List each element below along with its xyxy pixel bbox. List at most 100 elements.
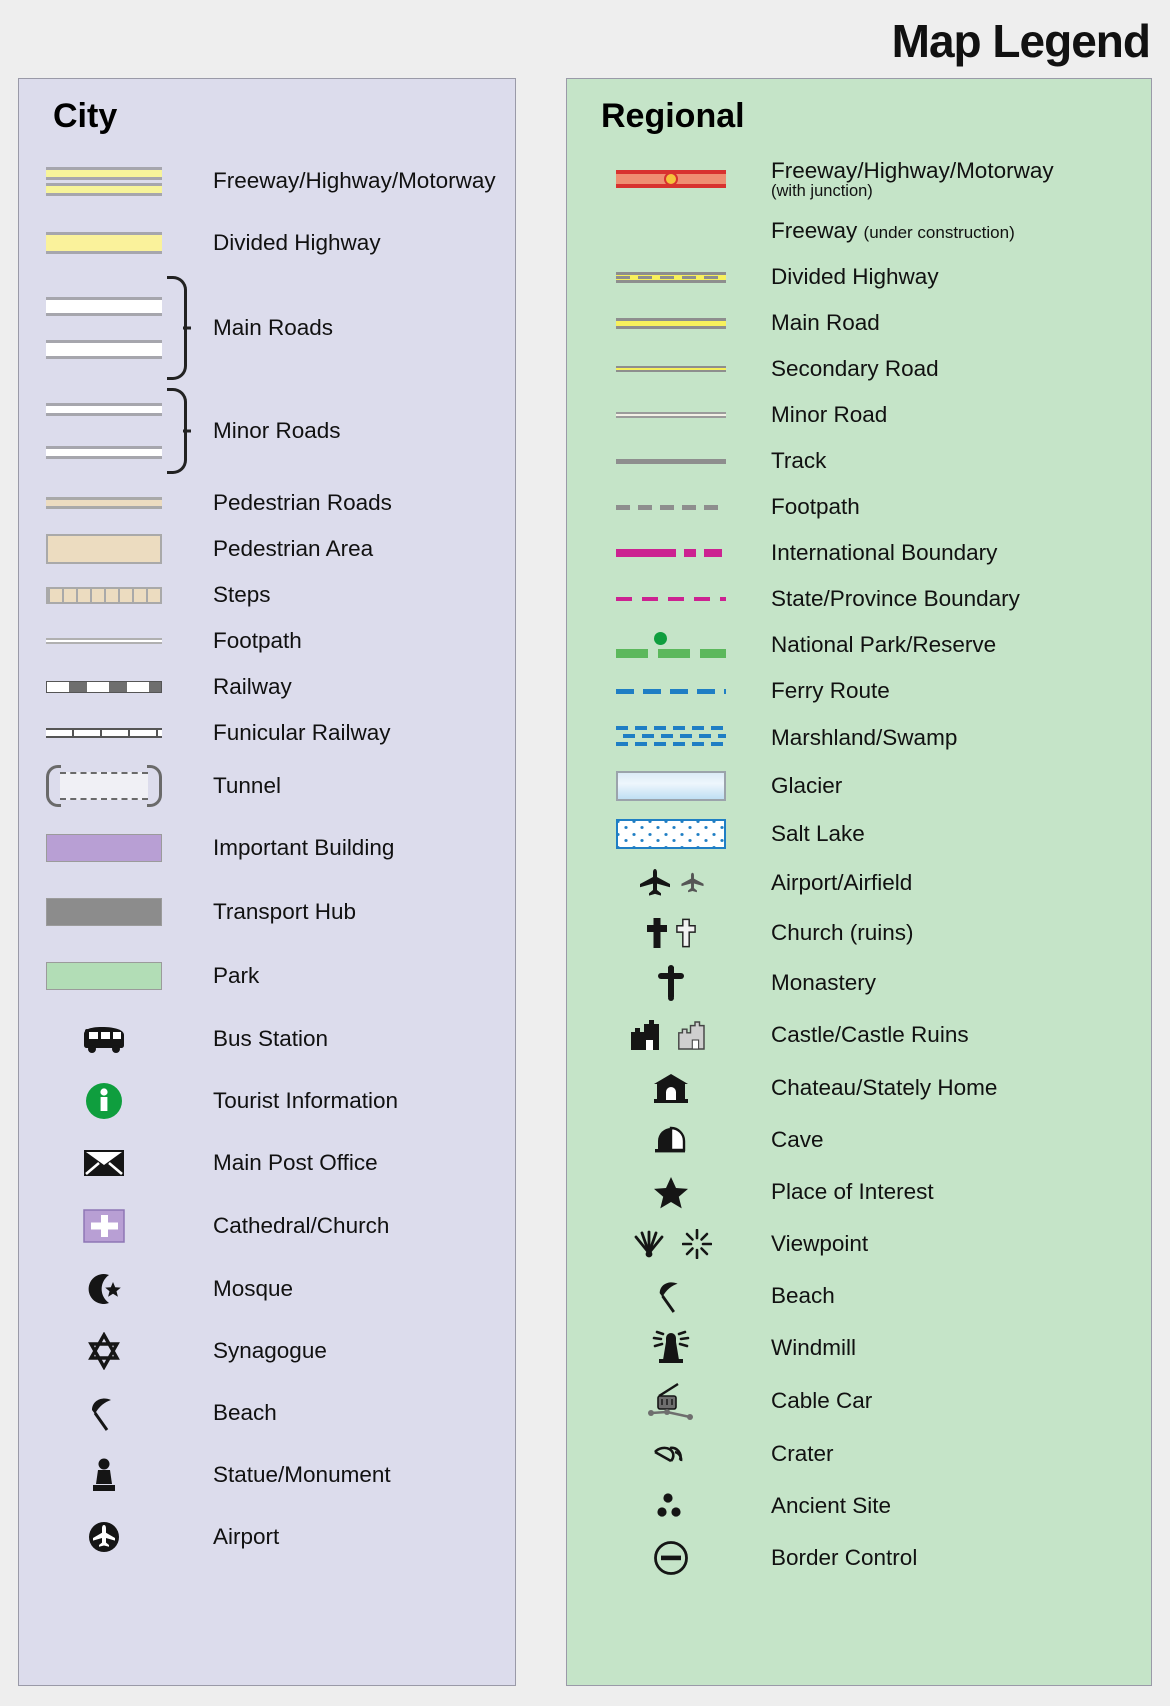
legend-label: Monastery bbox=[771, 970, 877, 996]
legend-label: Footpath bbox=[213, 628, 302, 654]
legend-row-monastery: Monastery bbox=[567, 958, 1151, 1008]
legend-label-main: Freeway bbox=[771, 218, 858, 244]
legend-row-transport-hub: Transport Hub bbox=[19, 880, 515, 944]
legend-label: Freeway/Highway/Motorway bbox=[213, 168, 496, 194]
thin-white-line-symbol bbox=[19, 638, 189, 644]
legend-label: Footpath bbox=[771, 494, 860, 520]
green-fill-block-symbol bbox=[19, 962, 189, 990]
tan-filled-area-symbol bbox=[19, 534, 189, 564]
grey-fill-block-symbol bbox=[19, 898, 189, 926]
legend-row-border-control: Border Control bbox=[567, 1532, 1151, 1584]
three-dots-icon bbox=[585, 1490, 757, 1522]
legend-label: Freeway (under construction) bbox=[771, 218, 1015, 243]
legend-row-steps: Steps bbox=[19, 572, 515, 618]
legend-row-beach: Beach bbox=[19, 1382, 515, 1444]
legend-label: Park bbox=[213, 963, 260, 989]
legend-row-salt-lake: Salt Lake bbox=[567, 810, 1151, 858]
yellow-dashed-centre-line-symbol bbox=[585, 271, 757, 283]
dotted-white-block-symbol bbox=[585, 819, 757, 849]
legend-label: Divided Highway bbox=[213, 230, 381, 256]
blue-dashed-line-symbol bbox=[585, 688, 757, 694]
envelope-icon bbox=[19, 1149, 189, 1177]
legend-row-main-roads: Main Roads bbox=[19, 274, 515, 382]
minus-circle-icon bbox=[585, 1540, 757, 1576]
legend-row-cable-car: Cable Car bbox=[567, 1374, 1151, 1428]
grey-solid-line-symbol bbox=[585, 458, 757, 464]
legend-label: Beach bbox=[213, 1400, 277, 1426]
legend-row-church-ruins: Church (ruins) bbox=[567, 908, 1151, 958]
legend-row-glacier: Glacier bbox=[567, 762, 1151, 810]
legend-label: Minor Roads bbox=[213, 418, 341, 444]
star-icon bbox=[585, 1176, 757, 1209]
bracketed-dashed-tunnel-symbol bbox=[19, 765, 189, 807]
green-dash-dot-line-symbol bbox=[585, 632, 757, 658]
legend-label: National Park/Reserve bbox=[771, 632, 997, 658]
legend-row-mosque: Mosque bbox=[19, 1258, 515, 1320]
brace-bracket bbox=[167, 388, 187, 474]
tan-stepped-band-symbol bbox=[19, 586, 189, 604]
legend-row-international-boundary: International Boundary bbox=[567, 530, 1151, 576]
legend-row-ferry-route: Ferry Route bbox=[567, 668, 1151, 714]
freeway-junction-line-symbol bbox=[585, 170, 757, 188]
crescent-star-icon bbox=[19, 1270, 189, 1308]
legend-label: Main Roads bbox=[213, 315, 334, 341]
legend-label: Minor Road bbox=[771, 402, 888, 428]
blue-gradient-block-symbol bbox=[585, 771, 757, 801]
cave-icon bbox=[585, 1124, 757, 1156]
legend-label: Beach bbox=[771, 1283, 835, 1309]
yellow-thick-line-symbol bbox=[585, 317, 757, 329]
legend-row-freeway-junction: Freeway/Highway/Motorway (with junction) bbox=[567, 150, 1151, 208]
legend-label: Pedestrian Area bbox=[213, 536, 374, 562]
legend-label: Synagogue bbox=[213, 1338, 327, 1364]
legend-row-castle-ruins: Castle/Castle Ruins bbox=[567, 1008, 1151, 1062]
statue-icon bbox=[19, 1456, 189, 1494]
legend-label: State/Province Boundary bbox=[771, 586, 1020, 612]
chateau-icon bbox=[585, 1072, 757, 1104]
viewpoint-pair-icon bbox=[585, 1229, 757, 1259]
brace-bracket bbox=[167, 276, 187, 380]
bus-icon bbox=[19, 1024, 189, 1054]
legend-label: Cable Car bbox=[771, 1388, 873, 1414]
legend-label: Steps bbox=[213, 582, 271, 608]
white-road-pair-braced-symbol bbox=[19, 276, 189, 380]
legend-label: Castle/Castle Ruins bbox=[771, 1022, 969, 1048]
legend-row-cathedral-church: Cathedral/Church bbox=[19, 1194, 515, 1258]
castle-pair-icon bbox=[585, 1018, 757, 1052]
legend-label: Salt Lake bbox=[771, 821, 865, 847]
legend-label-sub: (with junction) bbox=[771, 181, 873, 200]
legend-row-chateau: Chateau/Stately Home bbox=[567, 1062, 1151, 1114]
legend-label: Secondary Road bbox=[771, 356, 939, 382]
legend-row-beach: Beach bbox=[567, 1270, 1151, 1322]
legend-row-park: Park bbox=[19, 944, 515, 1008]
legend-label: Divided Highway bbox=[771, 264, 939, 290]
legend-label-main: Freeway/Highway/Motorway bbox=[771, 157, 1054, 183]
marsh-hatch-pattern-symbol bbox=[585, 725, 757, 751]
magenta-dash-dot-line-symbol bbox=[585, 549, 757, 557]
legend-row-marshland: Marshland/Swamp bbox=[567, 714, 1151, 762]
legend-row-pedestrian-roads: Pedestrian Roads bbox=[19, 480, 515, 526]
legend-label: Track bbox=[771, 448, 827, 474]
ticked-rail-line-symbol bbox=[19, 728, 189, 738]
legend-label: Ancient Site bbox=[771, 1493, 892, 1519]
city-panel-heading: City bbox=[53, 97, 118, 135]
legend-label: Chateau/Stately Home bbox=[771, 1075, 998, 1101]
legend-row-ancient-site: Ancient Site bbox=[567, 1480, 1151, 1532]
regional-legend-rows: Freeway/Highway/Motorway (with junction)… bbox=[567, 150, 1151, 1584]
legend-label: Viewpoint bbox=[771, 1231, 869, 1257]
crater-icon bbox=[585, 1440, 757, 1468]
legend-label: Airport/Airfield bbox=[771, 870, 913, 896]
legend-row-place-of-interest: Place of Interest bbox=[567, 1166, 1151, 1218]
legend-row-windmill: Windmill bbox=[567, 1322, 1151, 1374]
dashed-block-rail-symbol bbox=[19, 681, 189, 693]
freeway-dual-band-symbol bbox=[19, 166, 189, 196]
legend-label: Cave bbox=[771, 1127, 824, 1153]
legend-row-freeway: Freeway/Highway/Motorway bbox=[19, 150, 515, 212]
legend-row-important-building: Important Building bbox=[19, 816, 515, 880]
legend-row-tunnel: Tunnel bbox=[19, 756, 515, 816]
purple-fill-block-symbol bbox=[19, 834, 189, 862]
legend-row-divided-highway: Divided Highway bbox=[19, 212, 515, 274]
legend-row-statue-monument: Statue/Monument bbox=[19, 1444, 515, 1506]
legend-label: Freeway/Highway/Motorway (with junction) bbox=[771, 158, 1054, 201]
airplane-circle-icon bbox=[19, 1518, 189, 1556]
legend-label: Crater bbox=[771, 1441, 834, 1467]
